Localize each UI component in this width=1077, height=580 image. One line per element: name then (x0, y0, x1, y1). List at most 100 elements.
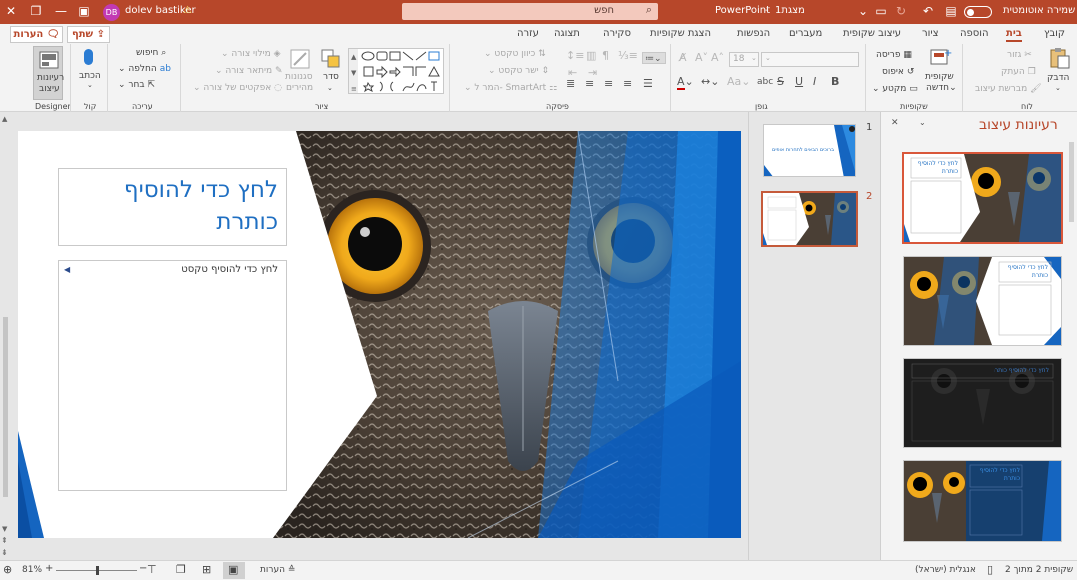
avatar[interactable]: DB (103, 4, 120, 21)
tab-insert[interactable]: הוספה (960, 28, 989, 39)
tab-design[interactable]: עיצוב שקופית (843, 28, 901, 39)
slideshow-icon[interactable]: ⊤ (147, 563, 157, 576)
find-button[interactable]: חיפוש ⌕ (136, 48, 166, 58)
strikethrough-icon[interactable]: S (777, 76, 784, 88)
warning-icon[interactable]: ⚠ (183, 5, 192, 16)
font-color-icon[interactable]: A⌄ (677, 75, 694, 90)
save-icon[interactable]: ▤ (943, 3, 959, 19)
paste-button[interactable]: הדבק ⌄ (1043, 47, 1075, 99)
shadow-icon[interactable]: abc (757, 76, 773, 88)
notes-button[interactable]: הערות ≙ (260, 565, 295, 575)
format-painter-button[interactable]: מברשת עיצוב 🖌 (975, 84, 1042, 94)
replace-button[interactable]: ⌄ החלפה ab (118, 64, 171, 74)
numbering-icon[interactable]: ⅓≡ (618, 50, 638, 62)
tab-home[interactable]: בית (1006, 28, 1022, 42)
character-spacing-icon[interactable]: ↔⌄ (701, 76, 719, 88)
search-box[interactable]: חפש ⌕ (402, 3, 658, 20)
align-left-icon[interactable]: ≡ (623, 78, 632, 90)
tab-transitions[interactable]: מעברים (789, 28, 822, 39)
bullets-button[interactable]: ≔⌄ (642, 52, 666, 64)
align-center-icon[interactable]: ≡ (604, 78, 613, 90)
quick-styles-button[interactable]: סגנונות מהירים (285, 48, 315, 98)
line-spacing-icon[interactable]: ↕≡ (566, 50, 584, 62)
customize-qat-icon[interactable]: ⌄ (855, 3, 871, 19)
underline-icon[interactable]: U (795, 76, 803, 88)
pane-options-icon[interactable]: ⌄ (919, 118, 926, 127)
fit-to-window-icon[interactable]: ⊕ (3, 563, 12, 576)
close-icon[interactable]: ✕ (891, 118, 899, 128)
dictate-button[interactable]: הכתב ⌄ (73, 47, 105, 91)
shrink-font-icon[interactable]: A˅ (695, 52, 708, 64)
scroll-thumb[interactable] (3, 317, 8, 497)
reading-view-icon[interactable]: ❐ (176, 563, 186, 576)
align-right-icon[interactable]: ≡ (585, 78, 594, 90)
shape-fill-button[interactable]: ⌄ מילוי צורה ◈ (221, 49, 281, 59)
shapes-gallery[interactable]: ▲ ▼ ≡ (348, 48, 444, 94)
zoom-in-icon[interactable]: + (45, 563, 53, 574)
font-name-field[interactable]: ⌄ (761, 52, 859, 67)
layout-button[interactable]: פריסה ▦ (876, 50, 912, 60)
search-input[interactable]: חפש (594, 5, 614, 16)
section-button[interactable]: ⌄ מקטע ▭ (872, 84, 918, 94)
vertical-scrollbar[interactable]: ▲ ▼ ⇞ ⇟ (0, 112, 12, 560)
normal-view-button[interactable]: ▣ (223, 562, 245, 579)
comments-button[interactable]: הערות 🗨 (10, 26, 63, 43)
minimize-icon[interactable]: — (53, 3, 69, 19)
current-slide[interactable]: לחץ כדי להוסיף כותרת לחץ כדי להוסיף טקסט… (18, 131, 741, 538)
next-slide-icon[interactable]: ⇟ (1, 548, 8, 557)
slide-title-placeholder[interactable]: לחץ כדי להוסיף כותרת (58, 168, 287, 246)
italic-icon[interactable]: I (813, 76, 816, 88)
accessibility-icon[interactable]: ▯ (987, 563, 993, 576)
tab-draw[interactable]: ציור (922, 28, 939, 39)
autosave-toggle[interactable] (964, 6, 992, 18)
tab-slideshow[interactable]: הצגת שקופיות (650, 28, 711, 39)
design-pane-scrollbar[interactable] (1069, 142, 1074, 222)
ltr-icon[interactable]: ¶ (602, 50, 609, 62)
cut-button[interactable]: גזור ✂ (1007, 50, 1032, 60)
change-case-icon[interactable]: Aa⌄ (727, 76, 750, 88)
text-direction-button[interactable]: ⌄ כיוון טקסט ⇅ (484, 49, 546, 59)
tab-review[interactable]: סקירה (603, 28, 631, 39)
undo-icon[interactable]: ↶ (920, 3, 936, 19)
distributed-icon[interactable]: ☰ (643, 78, 653, 90)
present-icon[interactable]: ▭ (873, 3, 889, 19)
slide-body-placeholder[interactable]: לחץ כדי להוסיף טקסט ◀ (58, 260, 287, 491)
clear-formatting-icon[interactable]: A̸ (679, 52, 687, 64)
design-idea-4[interactable]: לחץ כדי להוסיף כותרת (903, 460, 1062, 542)
copy-button[interactable]: העתק ❐ (1001, 67, 1036, 77)
previous-slide-icon[interactable]: ⇞ (1, 536, 8, 545)
columns-icon[interactable]: ▥ (586, 50, 596, 62)
slide-thumbnail-1[interactable]: ברוכים הבאים לתחרות אופים (763, 124, 856, 177)
language-indicator[interactable]: אנגלית (ישראל) (915, 565, 976, 575)
align-text-button[interactable]: ⌄ ישר טקסט ⇕ (488, 66, 549, 76)
design-ideas-button[interactable]: רעיונות עיצוב (33, 46, 64, 100)
tab-file[interactable]: קובץ (1044, 28, 1065, 39)
tab-view[interactable]: תצוגה (554, 28, 580, 39)
redo-icon[interactable]: ↻ (893, 3, 909, 19)
design-idea-3[interactable]: לחץ כדי להוסיף כותרת (903, 358, 1062, 448)
design-idea-2[interactable]: לחץ כדי להוסיף כותרת (903, 256, 1062, 346)
arrange-button[interactable]: סדר ⌄ (318, 48, 344, 98)
restore-icon[interactable]: ❐ (28, 3, 44, 19)
scroll-up-icon[interactable]: ▲ (2, 115, 7, 123)
design-idea-1[interactable]: לחץ כדי להוסיף כותרת (902, 152, 1063, 244)
close-icon[interactable]: ✕ (3, 3, 19, 19)
zoom-level[interactable]: 81% (22, 565, 42, 575)
reset-button[interactable]: איפוס ↺ (882, 67, 914, 77)
smartart-button[interactable]: ⌄ המר ל- SmartArt ⚏ (464, 83, 557, 93)
tab-animations[interactable]: הנפשות (737, 28, 770, 39)
shape-outline-button[interactable]: ⌄ מיתאר צורה ✎ (215, 66, 283, 76)
share-button[interactable]: שתף ⇪ (67, 26, 110, 43)
ribbon-display-icon[interactable]: ▣ (76, 3, 92, 19)
shape-effects-button[interactable]: ⌄ אפקטים של צורה ◌ (193, 83, 282, 93)
font-size-field[interactable]: 18 ⌄ (729, 52, 759, 67)
bold-icon[interactable]: B (831, 76, 839, 88)
slide-sorter-icon[interactable]: ⊞ (202, 563, 211, 576)
scroll-down-icon[interactable]: ▼ (2, 525, 7, 533)
justify-icon[interactable]: ≣ (566, 78, 575, 90)
slide-thumbnail-2[interactable] (761, 191, 858, 247)
select-button[interactable]: ⌄ בחר ⇱ (118, 80, 155, 90)
grow-font-icon[interactable]: A˄ (711, 52, 724, 64)
tab-help[interactable]: עזרה (517, 28, 539, 39)
new-slide-button[interactable]: + שקופית חדשה⌄ (924, 47, 958, 99)
